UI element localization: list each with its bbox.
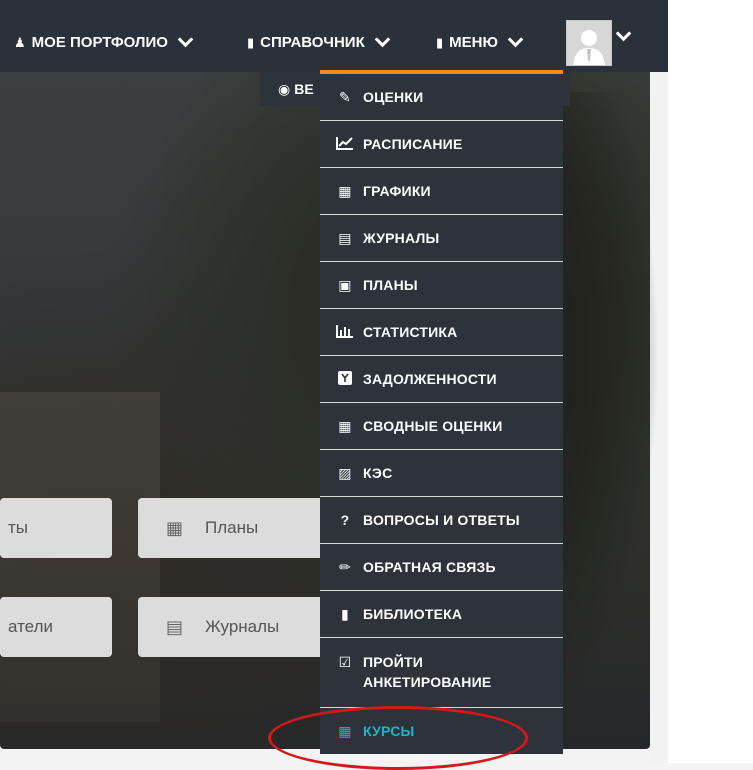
menu-item-survey[interactable]: ☑ ПРОЙТИ АНКЕТИРОВАНИЕ — [320, 638, 563, 708]
book-icon: ▮ — [247, 34, 255, 50]
tile-teachers[interactable]: атели — [0, 597, 112, 657]
menu-item-label: ГРАФИКИ — [363, 183, 431, 199]
tile-label: Планы — [205, 518, 259, 537]
menu-item-statistics[interactable]: СТАТИСТИКА — [320, 309, 563, 356]
tile-grades[interactable]: ты — [0, 498, 112, 558]
book-open-icon: ▦ — [338, 417, 352, 434]
menu-item-graphs[interactable]: ▦ ГРАФИКИ — [320, 168, 563, 215]
menu-item-plans[interactable]: ▣ ПЛАНЫ — [320, 262, 563, 309]
menu-item-schedule[interactable]: РАСПИСАНИЕ — [320, 121, 563, 168]
menu-item-grades[interactable]: ✎ ОЦЕНКИ — [320, 74, 563, 121]
menu-item-label: КЭС — [363, 465, 393, 481]
chevron-down-icon — [374, 31, 391, 48]
menu-item-summary-grades[interactable]: ▦ СВОДНЫЕ ОЦЕНКИ — [320, 403, 563, 450]
newspaper-icon: ▣ — [338, 276, 352, 293]
calendar-icon: ▦ — [338, 182, 352, 199]
menu-item-label: ПРОЙТИ АНКЕТИРОВАНИЕ — [363, 654, 492, 690]
calendar-icon: ▦ — [338, 722, 352, 739]
bar-chart-icon — [334, 324, 356, 341]
menu-item-label: ЗАДОЛЖЕННОСТИ — [363, 371, 497, 387]
nav-menu-label: МЕНЮ — [449, 34, 498, 51]
hero-view-button-label: ВЕ — [294, 81, 314, 97]
top-navbar: ♟ МОЕ ПОРТФОЛИО ▮ СПРАВОЧНИК ▮ МЕНЮ — [0, 0, 668, 72]
menu-item-label: ЖУРНАЛЫ — [363, 230, 440, 246]
chevron-down-icon — [507, 31, 524, 48]
book-icon: ▮ — [341, 605, 349, 622]
menu-item-label: БИБЛИОТЕКА — [363, 606, 463, 622]
chevron-down-icon — [177, 31, 194, 48]
chevron-down-icon — [615, 25, 632, 42]
menu-item-journals[interactable]: ▤ ЖУРНАЛЫ — [320, 215, 563, 262]
tile-journals[interactable]: ▤ Журналы — [138, 597, 324, 657]
menu-item-label: СТАТИСТИКА — [363, 324, 458, 340]
nav-reference-label: СПРАВОЧНИК — [260, 34, 365, 51]
nav-portfolio[interactable]: ♟ МОЕ ПОРТФОЛИО — [14, 31, 195, 51]
newspaper-icon: ▦ — [166, 517, 184, 538]
avatar-dropdown-toggle[interactable] — [612, 25, 633, 42]
nav-menu[interactable]: ▮ МЕНЮ — [436, 31, 525, 51]
institution-icon: ▨ — [338, 464, 352, 481]
menu-item-label: КУРСЫ — [363, 723, 415, 739]
menu-item-label: ВОПРОСЫ И ОТВЕТЫ — [363, 512, 520, 528]
menu-item-courses[interactable]: ▦ КУРСЫ — [320, 708, 563, 754]
book-icon: ▮ — [436, 34, 444, 50]
nav-portfolio-label: МОЕ ПОРТФОЛИО — [31, 34, 168, 51]
menu-item-faq[interactable]: ? ВОПРОСЫ И ОТВЕТЫ — [320, 497, 563, 544]
menu-item-label: ПЛАНЫ — [363, 277, 418, 293]
menu-item-label: ОЦЕНКИ — [363, 89, 424, 105]
eye-icon: ◉ — [278, 80, 291, 97]
menu-item-feedback[interactable]: ✏ ОБРАТНАЯ СВЯЗЬ — [320, 544, 563, 591]
content-panel — [668, 0, 753, 763]
tile-plans[interactable]: ▦ Планы — [138, 498, 324, 558]
edit-icon: ✎ — [339, 88, 351, 105]
question-icon: ? — [340, 512, 350, 528]
menu-item-label: РАСПИСАНИЕ — [363, 136, 463, 152]
menu-item-debts[interactable]: ЗАДОЛЖЕННОСТИ — [320, 356, 563, 403]
user-icon: ♟ — [14, 34, 26, 50]
list-icon: ▤ — [338, 229, 352, 246]
menu-item-kes[interactable]: ▨ КЭС — [320, 450, 563, 497]
avatar-silhouette-icon — [573, 30, 605, 65]
tile-label: Журналы — [205, 617, 280, 636]
line-chart-icon — [334, 136, 356, 153]
avatar[interactable] — [566, 20, 612, 66]
menu-item-label: ОБРАТНАЯ СВЯЗЬ — [363, 559, 496, 575]
pencil-icon: ✏ — [339, 558, 351, 575]
menu-dropdown: ✎ ОЦЕНКИ РАСПИСАНИЕ ▦ ГРАФИКИ ▤ ЖУРНАЛЫ … — [320, 70, 563, 754]
menu-item-label: СВОДНЫЕ ОЦЕНКИ — [363, 418, 503, 434]
list-icon: ▤ — [166, 616, 184, 637]
tile-label: ты — [8, 518, 29, 537]
menu-item-library[interactable]: ▮ БИБЛИОТЕКА — [320, 591, 563, 638]
nav-reference[interactable]: ▮ СПРАВОЧНИК — [247, 31, 392, 51]
badge-icon — [334, 370, 356, 388]
tile-label: атели — [8, 617, 53, 636]
